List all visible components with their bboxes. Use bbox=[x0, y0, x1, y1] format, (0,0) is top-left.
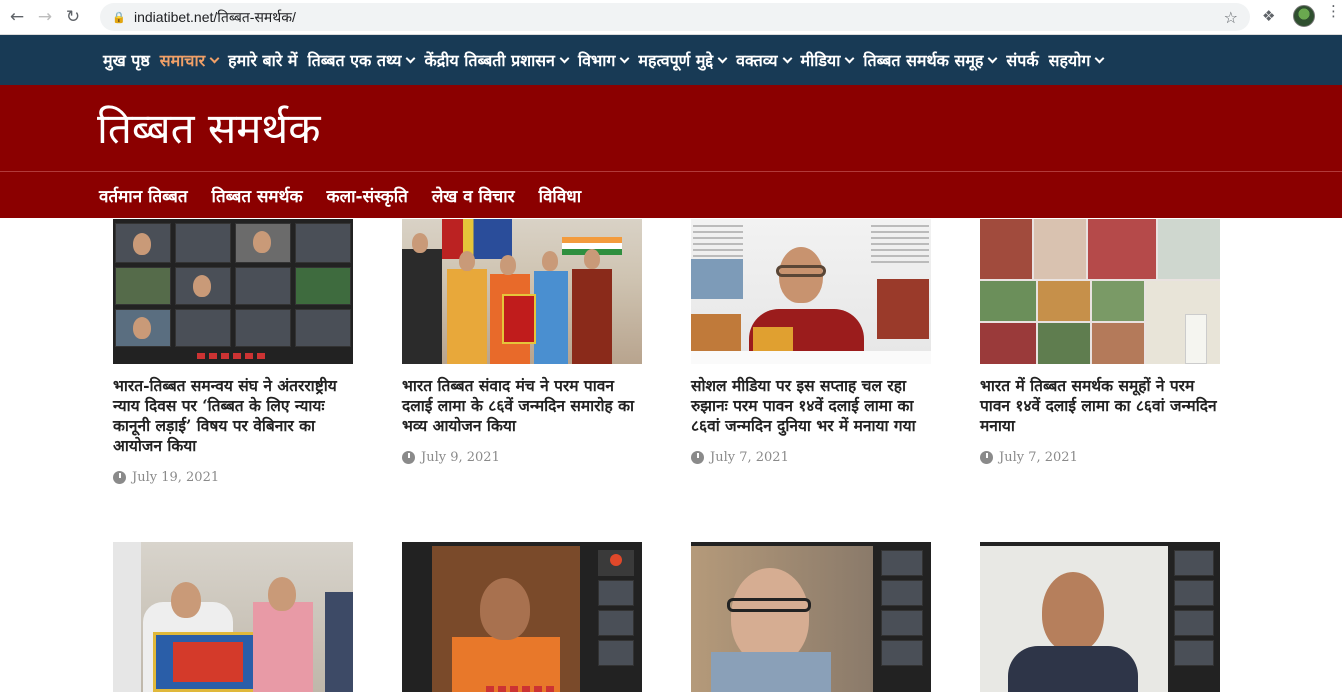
site-header: तिब्बत समर्थक bbox=[0, 85, 1342, 171]
reload-icon[interactable]: ↻ bbox=[62, 6, 84, 28]
topnav-item-label: मीडिया bbox=[800, 51, 841, 70]
chevron-down-icon bbox=[559, 53, 570, 63]
topnav-item-label: तिब्बत समर्थक समूह bbox=[863, 51, 984, 70]
article-thumbnail-ceremony[interactable] bbox=[402, 219, 642, 364]
article-card[interactable]: भारत-तिब्बत समन्वय संघ ने अंतरराष्ट्रीय … bbox=[113, 219, 353, 485]
profile-avatar[interactable] bbox=[1293, 5, 1315, 27]
article-thumbnail-speaker-call[interactable] bbox=[691, 542, 931, 692]
article-card[interactable]: भारत तिब्बत संवाद मंच ने परम पावन दलाई ल… bbox=[402, 219, 642, 465]
chevron-down-icon bbox=[782, 53, 792, 63]
article-card[interactable] bbox=[980, 542, 1220, 692]
topnav-item-label: केंद्रीय तिब्बती प्रशासन bbox=[424, 51, 555, 70]
article-title[interactable]: भारत तिब्बत संवाद मंच ने परम पावन दलाई ल… bbox=[402, 376, 642, 436]
article-date-text: July 7, 2021 bbox=[999, 450, 1078, 465]
article-date-text: July 19, 2021 bbox=[132, 470, 220, 485]
chevron-down-icon bbox=[619, 53, 630, 63]
topnav-item[interactable]: महत्वपूर्ण मुद्दे bbox=[638, 49, 728, 71]
article-card[interactable]: भारत में तिब्बत समर्थक समूहों ने परम पाव… bbox=[980, 219, 1220, 465]
article-title[interactable]: सोशल मीडिया पर इस सप्ताह चल रहा रुझानः प… bbox=[691, 376, 931, 436]
secondary-navigation: वर्तमान तिब्बत तिब्बत समर्थक कला-संस्कृति ल… bbox=[0, 172, 1342, 218]
article-thumbnail-social-media[interactable] bbox=[691, 219, 931, 364]
chevron-down-icon bbox=[717, 53, 728, 63]
topnav-item[interactable]: संपर्क bbox=[1006, 49, 1038, 71]
topnav-item[interactable]: मीडिया bbox=[800, 49, 855, 71]
topnav-item[interactable]: समाचार bbox=[159, 49, 220, 71]
subnav-item[interactable]: वर्तमान तिब्बत bbox=[99, 184, 188, 207]
topnav-item[interactable]: हमारे बारे में bbox=[228, 49, 297, 71]
bookmark-star-icon[interactable]: ☆ bbox=[1224, 8, 1238, 27]
chevron-down-icon bbox=[844, 53, 855, 63]
subnav-item[interactable]: तिब्बत समर्थक bbox=[212, 184, 303, 207]
article-date: July 7, 2021 bbox=[980, 450, 1220, 465]
topnav-item[interactable]: सहयोग bbox=[1048, 49, 1105, 71]
back-icon[interactable]: ← bbox=[6, 6, 28, 28]
topnav-item-label: तिब्बत एक तथ्य bbox=[307, 51, 402, 70]
article-title[interactable]: भारत-तिब्बत समन्वय संघ ने अंतरराष्ट्रीय … bbox=[113, 376, 353, 456]
article-thumbnail-felicitation[interactable] bbox=[113, 542, 353, 692]
subnav-item[interactable]: विविधा bbox=[539, 184, 582, 207]
clock-icon bbox=[402, 451, 415, 464]
article-date-text: July 9, 2021 bbox=[421, 450, 500, 465]
topnav-item-label: संपर्क bbox=[1006, 51, 1039, 70]
topnav-item-label: समाचार bbox=[159, 51, 206, 70]
article-thumbnail-webinar[interactable] bbox=[113, 219, 353, 364]
url-text[interactable]: indiatibet.net/तिब्बत-समर्थक/ bbox=[134, 8, 296, 27]
topnav-item-label: मुख पृष्ठ bbox=[103, 51, 150, 70]
topnav-item-label: हमारे बारे में bbox=[228, 51, 298, 70]
chevron-down-icon bbox=[406, 53, 416, 63]
lock-icon[interactable]: 🔒 bbox=[112, 11, 126, 24]
subnav-item[interactable]: कला-संस्कृति bbox=[327, 184, 408, 207]
article-date: July 9, 2021 bbox=[402, 450, 642, 465]
article-card[interactable] bbox=[402, 542, 642, 692]
clock-icon bbox=[113, 471, 126, 484]
article-card[interactable] bbox=[691, 542, 931, 692]
article-date-text: July 7, 2021 bbox=[710, 450, 789, 465]
clock-icon bbox=[980, 451, 993, 464]
article-title[interactable]: भारत में तिब्बत समर्थक समूहों ने परम पाव… bbox=[980, 376, 1220, 436]
chevron-down-icon bbox=[209, 53, 220, 63]
article-card[interactable]: सोशल मीडिया पर इस सप्ताह चल रहा रुझानः प… bbox=[691, 219, 931, 465]
browser-toolbar: ← → ↻ 🔒 indiatibet.net/तिब्बत-समर्थक/ ☆ … bbox=[0, 0, 1342, 35]
more-menu-icon[interactable]: ⋮ bbox=[1326, 4, 1341, 19]
topnav-item-label: वक्तव्य bbox=[736, 51, 778, 70]
article-card[interactable] bbox=[113, 542, 353, 692]
extensions-puzzle-icon[interactable]: ❖ bbox=[1262, 7, 1275, 25]
article-date: July 7, 2021 bbox=[691, 450, 931, 465]
topnav-item[interactable]: वक्तव्य bbox=[736, 49, 792, 71]
topnav-item[interactable]: तिब्बत समर्थक समूह bbox=[863, 49, 998, 71]
topnav-item-label: सहयोग bbox=[1048, 51, 1091, 70]
article-thumbnail-guest-call[interactable] bbox=[980, 542, 1220, 692]
topnav-item[interactable]: तिब्बत एक तथ्य bbox=[307, 49, 416, 71]
topnav-item-label: विभाग bbox=[577, 51, 616, 70]
chevron-down-icon bbox=[1094, 53, 1105, 63]
article-date: July 19, 2021 bbox=[113, 470, 353, 485]
chevron-down-icon bbox=[987, 53, 998, 63]
primary-navigation: मुख पृष्ठ समाचार हमारे बारे में तिब्बत एक त… bbox=[0, 35, 1342, 85]
topnav-item[interactable]: विभाग bbox=[577, 49, 630, 71]
site-title[interactable]: तिब्बत समर्थक bbox=[97, 101, 320, 157]
forward-icon[interactable]: → bbox=[34, 6, 56, 28]
topnav-item[interactable]: केंद्रीय तिब्बती प्रशासन bbox=[424, 49, 570, 71]
article-thumbnail-video-call[interactable] bbox=[402, 542, 642, 692]
clock-icon bbox=[691, 451, 704, 464]
address-bar[interactable]: 🔒 indiatibet.net/तिब्बत-समर्थक/ ☆ bbox=[100, 3, 1250, 31]
article-thumbnail-collage[interactable] bbox=[980, 219, 1220, 364]
topnav-item[interactable]: मुख पृष्ठ bbox=[103, 49, 150, 71]
topnav-item-label: महत्वपूर्ण मुद्दे bbox=[638, 51, 714, 70]
subnav-item[interactable]: लेख व विचार bbox=[432, 184, 515, 207]
